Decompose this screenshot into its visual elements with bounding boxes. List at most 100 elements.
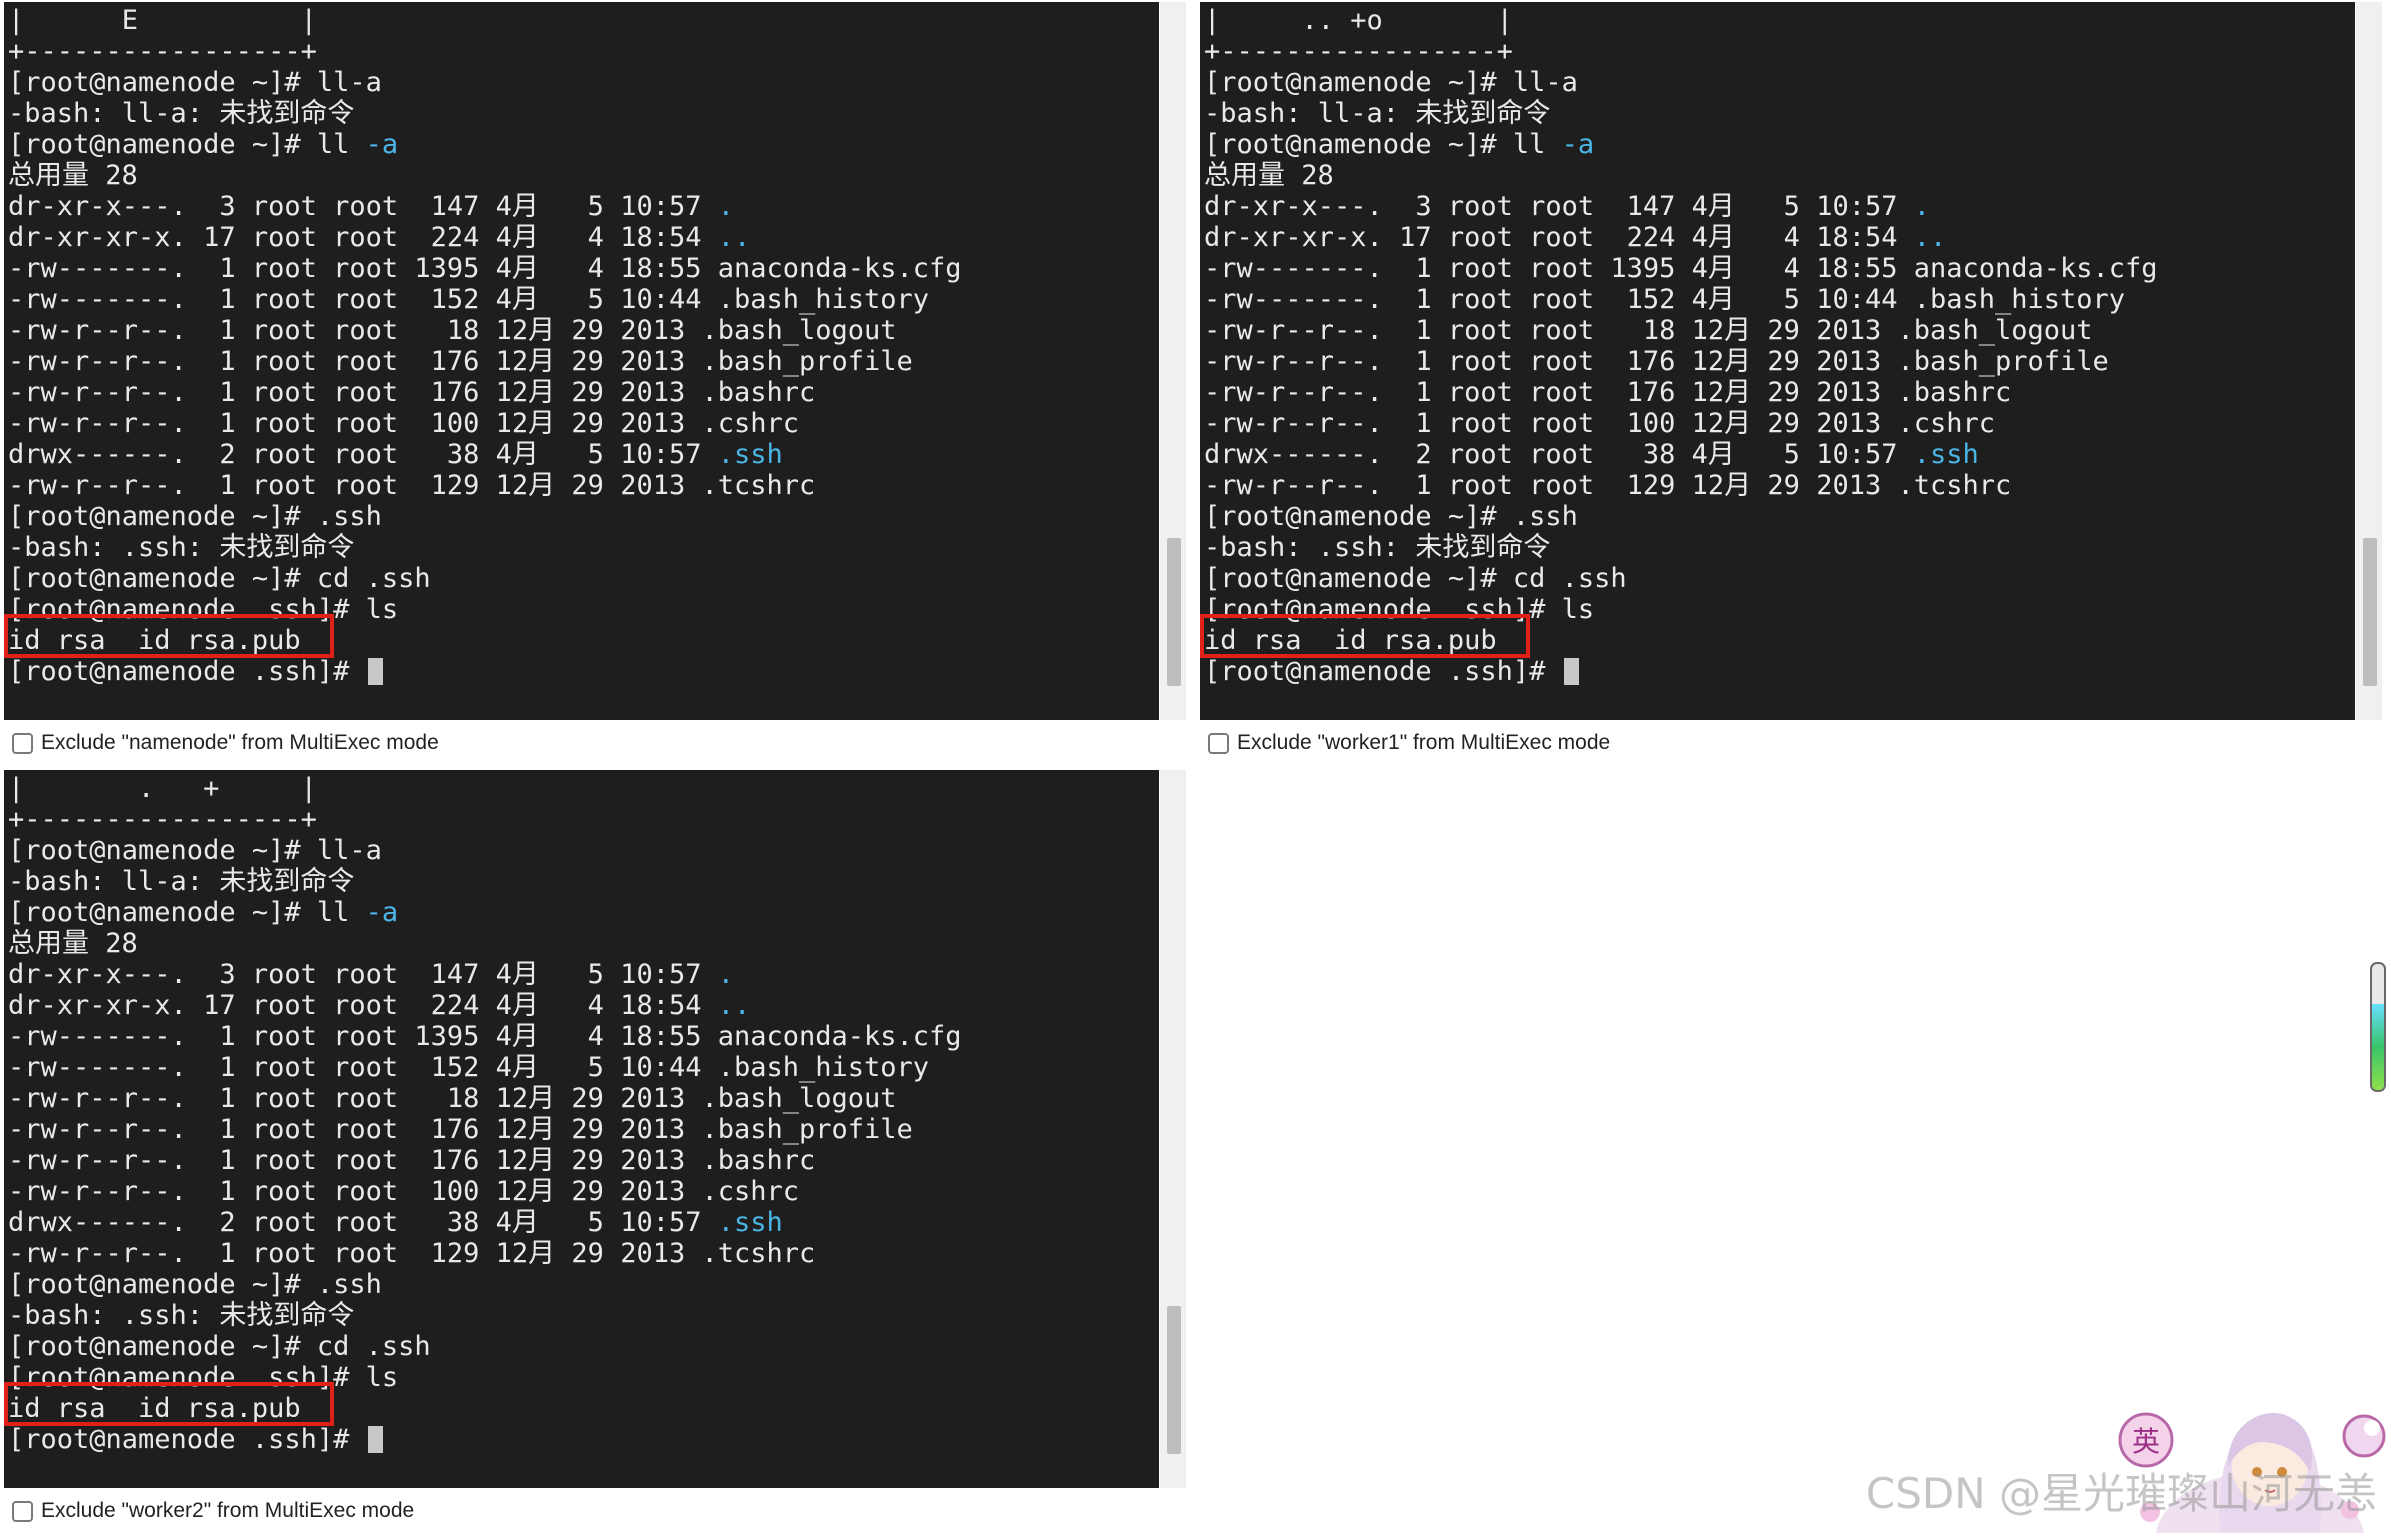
terminal-line: drwx------. 2 root root 38 4月 5 10:57 .s… — [1204, 439, 2158, 470]
terminal-line: dr-xr-x---. 3 root root 147 4月 5 10:57 . — [8, 191, 962, 222]
exclude-checkbox[interactable] — [12, 1500, 33, 1522]
terminal-pane-namenode: | E | +-----------------+ [root@namenode ~… — [0, 0, 1193, 768]
terminal-line: -rw-r--r--. 1 root root 176 12月 29 2013 … — [1204, 377, 2158, 408]
terminal-highlighted-text: .. — [717, 222, 751, 253]
terminal-text: -rw-------. 1 root root 152 4月 5 10:44 .… — [8, 284, 930, 315]
terminal-text: -rw-r--r--. 1 root root 100 12月 29 2013 … — [8, 1176, 800, 1207]
terminal-text: [root@namenode ~]# cd .ssh — [8, 563, 431, 594]
terminal-text: -rw-------. 1 root root 1395 4月 4 18:55 … — [8, 1021, 962, 1052]
terminal-highlighted-text: . — [717, 959, 734, 990]
terminal-line: 总用量 28 — [1204, 160, 2158, 191]
exclude-multiexec-namenode[interactable]: Exclude "namenode" from MultiExec mode — [12, 731, 439, 755]
terminal-line: -rw-r--r--. 1 root root 176 12月 29 2013 … — [1204, 346, 2158, 377]
terminal-line: | E | — [8, 5, 962, 36]
terminal-line: [root@namenode ~]# ll -a — [8, 897, 962, 928]
terminal-text: -bash: ll-a: 未找到命令 — [8, 98, 355, 129]
terminal-text: drwx------. 2 root root 38 4月 5 10:57 — [1204, 439, 1914, 470]
terminal-text: dr-xr-x---. 3 root root 147 4月 5 10:57 — [8, 959, 718, 990]
terminal-line: -rw-------. 1 root root 152 4月 5 10:44 .… — [8, 1052, 962, 1083]
terminal-highlighted-text: .ssh — [1913, 439, 1979, 470]
terminal-text: +-----------------+ — [1204, 36, 1513, 67]
terminal-line: [root@namenode ~]# ll -a — [1204, 129, 2158, 160]
terminal-text: -rw-r--r--. 1 root root 18 12月 29 2013 .… — [8, 315, 897, 346]
terminal-text: -rw-r--r--. 1 root root 129 12月 29 2013 … — [8, 1238, 816, 1269]
terminal-line: [root@namenode ~]# ll-a — [1204, 67, 2158, 98]
terminal-line: -rw-r--r--. 1 root root 18 12月 29 2013 .… — [8, 315, 962, 346]
exclude-multiexec-worker2[interactable]: Exclude "worker2" from MultiExec mode — [12, 1499, 414, 1523]
terminal-line: 总用量 28 — [8, 160, 962, 191]
terminal-highlighted-text: .. — [1913, 222, 1947, 253]
highlight-box — [4, 1382, 334, 1426]
scrollbar-thumb[interactable] — [2363, 538, 2377, 686]
terminal-highlighted-text: . — [1913, 191, 1930, 222]
terminal-line: -bash: .ssh: 未找到命令 — [8, 532, 962, 563]
terminal-line: -rw-r--r--. 1 root root 129 12月 29 2013 … — [8, 470, 962, 501]
terminal-text: -rw-r--r--. 1 root root 129 12月 29 2013 … — [8, 470, 816, 501]
terminal-text: [root@namenode ~]# .ssh — [8, 501, 382, 532]
scrollbar-thumb[interactable] — [1167, 1306, 1181, 1454]
terminal-line: [root@namenode ~]# .ssh — [8, 1269, 962, 1300]
side-level-gauge[interactable] — [2370, 962, 2386, 1092]
terminal-text: [root@namenode ~]# cd .ssh — [8, 1331, 431, 1362]
scrollbar[interactable] — [1160, 770, 1186, 1488]
terminal-text: -bash: .ssh: 未找到命令 — [8, 1300, 355, 1331]
terminal-line: -rw-r--r--. 1 root root 100 12月 29 2013 … — [8, 408, 962, 439]
terminal-line: -bash: ll-a: 未找到命令 — [8, 866, 962, 897]
terminal-text: -rw-r--r--. 1 root root 100 12月 29 2013 … — [1204, 408, 1996, 439]
exclude-checkbox[interactable] — [12, 732, 33, 754]
terminal-text: -bash: ll-a: 未找到命令 — [8, 866, 355, 897]
terminal-line: [root@namenode ~]# cd .ssh — [1204, 563, 2158, 594]
terminal-text: dr-xr-x---. 3 root root 147 4月 5 10:57 — [1204, 191, 1914, 222]
terminal-line: dr-xr-x---. 3 root root 147 4月 5 10:57 . — [8, 959, 962, 990]
terminal-line: [root@namenode ~]# ll-a — [8, 835, 962, 866]
terminal-text: -bash: ll-a: 未找到命令 — [1204, 98, 1551, 129]
terminal-line: +-----------------+ — [8, 804, 962, 835]
terminal-line: -rw-r--r--. 1 root root 100 12月 29 2013 … — [8, 1176, 962, 1207]
terminal-text: | E | — [8, 5, 317, 36]
exclude-checkbox[interactable] — [1208, 732, 1229, 754]
terminal-line: -rw-r--r--. 1 root root 176 12月 29 2013 … — [8, 1114, 962, 1145]
terminal-output[interactable]: | E | +-----------------+ [root@namenode ~… — [4, 2, 1159, 720]
terminal-pane-worker2: | . + | +-----------------+ [root@namenode… — [0, 768, 1193, 1536]
terminal-text: -rw-r--r--. 1 root root 176 12月 29 2013 … — [8, 346, 913, 377]
terminal-line: -bash: ll-a: 未找到命令 — [1204, 98, 2158, 129]
terminal-pane-worker1: | .. +o | +-----------------+ [root@nameno… — [1196, 0, 2389, 768]
terminal-text: +-----------------+ — [8, 804, 317, 835]
terminal-line: | . + | — [8, 773, 962, 804]
terminal-text: [root@namenode .ssh]# — [8, 1424, 366, 1455]
exclude-label: Exclude "worker1" from MultiExec mode — [1237, 731, 1611, 754]
scrollbar[interactable] — [1160, 2, 1186, 720]
terminal-line: -rw-------. 1 root root 1395 4月 4 18:55 … — [1204, 253, 2158, 284]
terminal-lines: | .. +o | +-----------------+ [root@nameno… — [1204, 5, 2158, 687]
terminal-text: 总用量 28 — [1204, 160, 1334, 191]
terminal-line: -rw-r--r--. 1 root root 129 12月 29 2013 … — [1204, 470, 2158, 501]
terminal-text: -rw-r--r--. 1 root root 100 12月 29 2013 … — [8, 408, 800, 439]
terminal-highlighted-text: . — [717, 191, 734, 222]
terminal-text: -rw-r--r--. 1 root root 18 12月 29 2013 .… — [1204, 315, 2093, 346]
terminal-text: [root@namenode ~]# ll-a — [8, 67, 382, 98]
terminal-highlighted-text: .ssh — [717, 439, 783, 470]
terminal-output[interactable]: | .. +o | +-----------------+ [root@nameno… — [1200, 2, 2355, 720]
terminal-text: -rw-------. 1 root root 152 4月 5 10:44 .… — [1204, 284, 2126, 315]
terminal-line: -bash: .ssh: 未找到命令 — [1204, 532, 2158, 563]
scrollbar[interactable] — [2356, 2, 2382, 720]
terminal-line: -rw-------. 1 root root 1395 4月 4 18:55 … — [8, 253, 962, 284]
exclude-multiexec-worker1[interactable]: Exclude "worker1" from MultiExec mode — [1208, 731, 1610, 755]
scrollbar-thumb[interactable] — [1167, 538, 1181, 686]
ime-badge-text: 英 — [2132, 1425, 2160, 1458]
terminal-text: -rw-r--r--. 1 root root 176 12月 29 2013 … — [8, 1114, 913, 1145]
terminal-text: -bash: .ssh: 未找到命令 — [1204, 532, 1551, 563]
terminal-line: -rw-------. 1 root root 152 4月 5 10:44 .… — [1204, 284, 2158, 315]
terminal-text: [root@namenode ~]# ll — [8, 897, 366, 928]
terminal-line: -rw-r--r--. 1 root root 18 12月 29 2013 .… — [8, 1083, 962, 1114]
terminal-line: [root@namenode .ssh]# — [1204, 656, 2158, 687]
terminal-text: -rw-------. 1 root root 1395 4月 4 18:55 … — [1204, 253, 2158, 284]
terminal-lines: | . + | +-----------------+ [root@namenode… — [8, 773, 962, 1455]
terminal-text: [root@namenode ~]# ll-a — [8, 835, 382, 866]
terminal-text: [root@namenode ~]# cd .ssh — [1204, 563, 1627, 594]
terminal-output[interactable]: | . + | +-----------------+ [root@namenode… — [4, 770, 1159, 1488]
terminal-cursor — [367, 1426, 383, 1453]
terminal-line: -rw-r--r--. 1 root root 176 12月 29 2013 … — [8, 1145, 962, 1176]
terminal-line: dr-xr-xr-x. 17 root root 224 4月 4 18:54 … — [8, 222, 962, 253]
terminal-text: -rw-r--r--. 1 root root 176 12月 29 2013 … — [1204, 346, 2109, 377]
